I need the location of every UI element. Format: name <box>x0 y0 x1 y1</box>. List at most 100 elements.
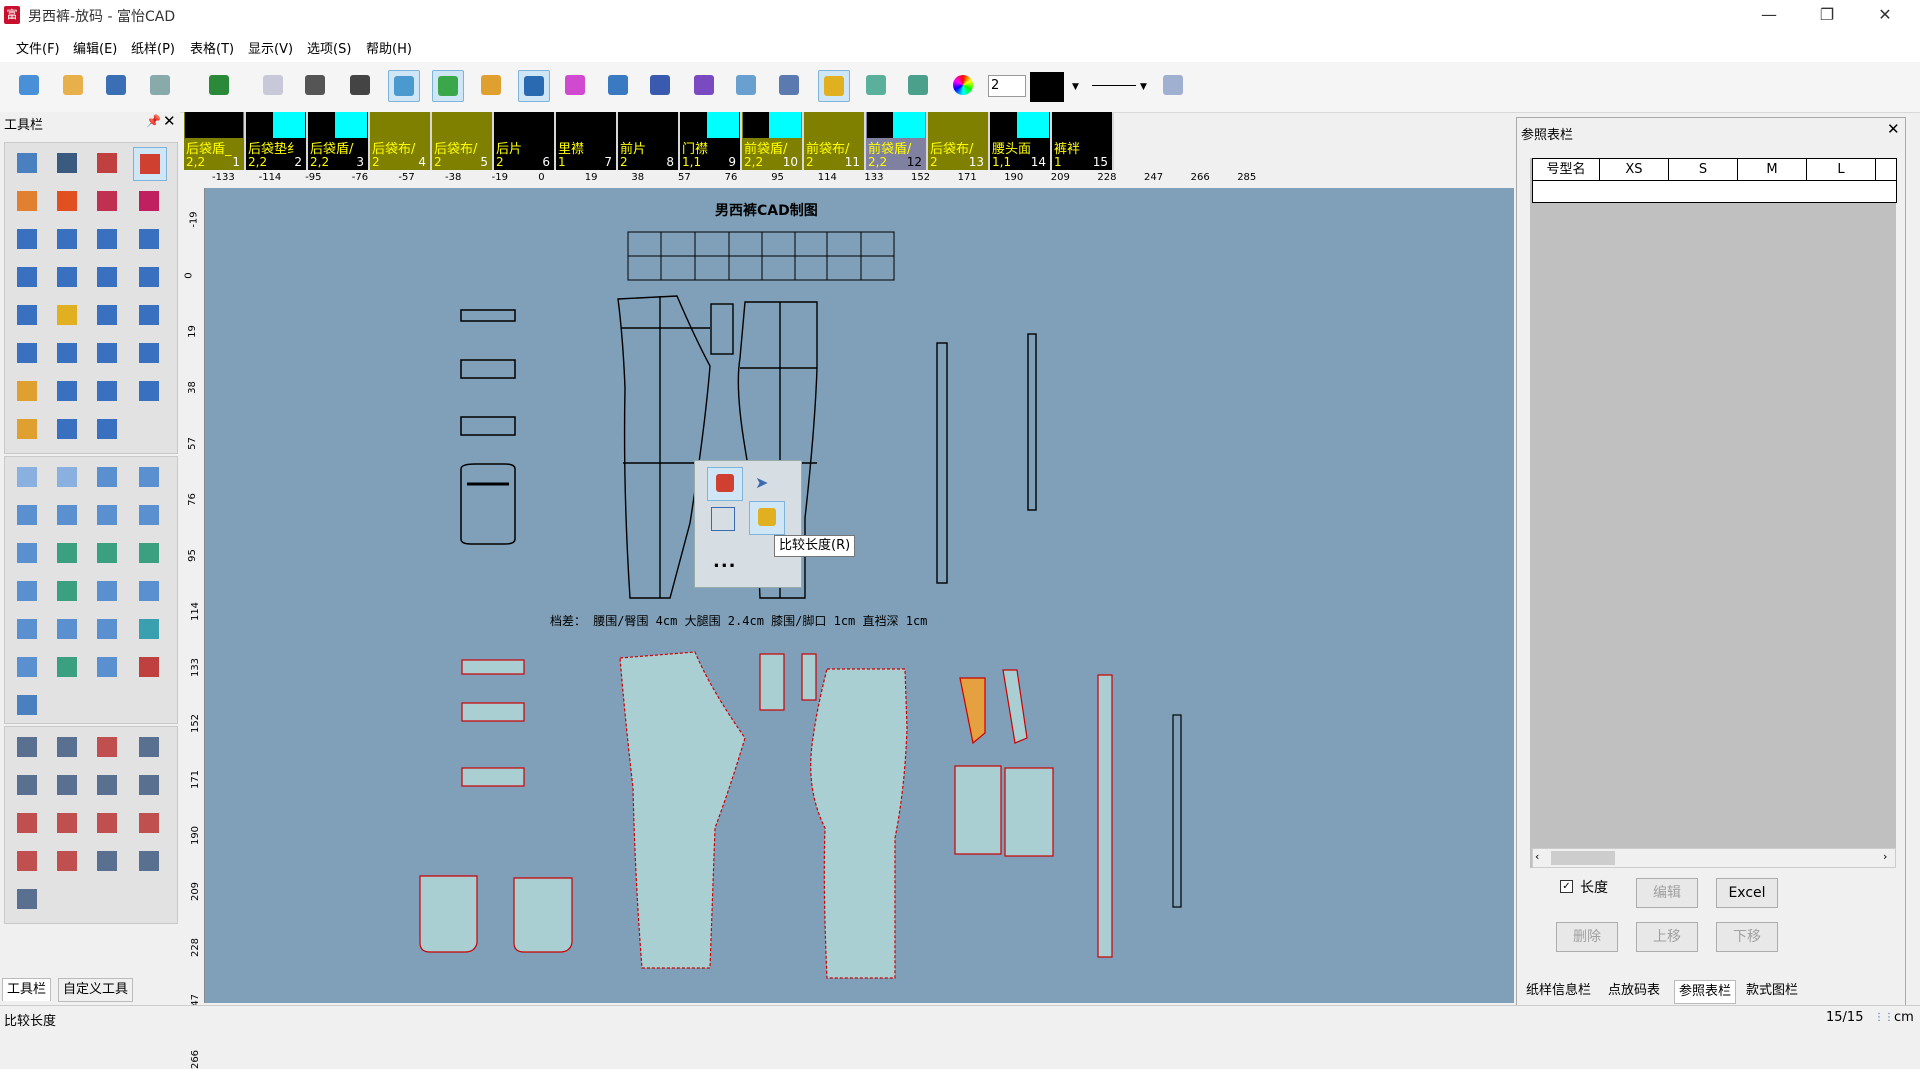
piece-thumbnail[interactable]: 后袋垫纟 2,2 2 <box>246 112 306 170</box>
piece-tool-23[interactable] <box>91 651 123 683</box>
piece-thumbnail[interactable]: 前袋布/2 11 <box>804 112 864 170</box>
layout-tool[interactable] <box>133 299 165 331</box>
text-tool[interactable] <box>11 413 43 445</box>
menu-table[interactable]: 表格(T) <box>190 38 234 57</box>
piece-tool-24[interactable] <box>133 651 165 683</box>
adjust-tool[interactable] <box>51 147 83 179</box>
curve-tool[interactable] <box>91 223 123 255</box>
menu-file[interactable]: 文件(F) <box>16 38 60 57</box>
grade-tool-14[interactable] <box>51 845 83 877</box>
select-box-icon[interactable] <box>711 507 735 531</box>
grade-tool-17[interactable] <box>11 883 43 915</box>
grade-tool-11[interactable] <box>91 807 123 839</box>
spread-tool[interactable] <box>91 375 123 407</box>
tool-panel-close-icon[interactable]: ✕ <box>163 112 176 130</box>
smart-pen-tool[interactable] <box>133 147 167 181</box>
piece-tool-19[interactable] <box>91 613 123 645</box>
restore-button[interactable]: ❐ <box>1798 0 1856 30</box>
piece-thumbnail[interactable]: 腰头面 1,1 14 <box>990 112 1050 170</box>
length-checkbox[interactable]: ✓ <box>1560 880 1573 893</box>
scale-icon[interactable] <box>774 70 804 100</box>
color-dropdown-icon[interactable]: ▼ <box>1072 82 1079 92</box>
piece-tool-6[interactable] <box>51 499 83 531</box>
drawing-canvas[interactable]: 男西裤CAD制图 档差： 腰围/臀围 4cm 大腿围 2.4cm 膝围/脚口 1… <box>205 188 1514 1003</box>
grade-tool-2[interactable] <box>51 731 83 763</box>
piece-thumbnail[interactable]: 后袋布/2 4 <box>370 112 430 170</box>
menu-edit[interactable]: 编辑(E) <box>73 38 117 57</box>
piece-thumbnail[interactable]: 里襟 1 7 <box>556 112 616 170</box>
tab-reference-table[interactable]: 参照表栏 <box>1674 980 1737 1004</box>
piece-tool-25[interactable] <box>11 689 43 721</box>
grade-tool-16[interactable] <box>133 845 165 877</box>
new-file-icon[interactable] <box>14 70 44 100</box>
grade-tool-1[interactable] <box>11 731 43 763</box>
piece-tool-16[interactable] <box>133 575 165 607</box>
piece-thumbnail[interactable]: 裤袢 1 15 <box>1052 112 1112 170</box>
piece-tool-1[interactable] <box>11 461 43 493</box>
menu-view[interactable]: 显示(V) <box>248 38 293 57</box>
delete-button[interactable]: 删除 <box>1556 922 1618 952</box>
line-style-dropdown-icon[interactable]: ▼ <box>1140 82 1147 92</box>
minimize-button[interactable]: — <box>1740 0 1798 30</box>
piece-thumbnail[interactable]: 前袋盾/2,2 10 <box>742 112 802 170</box>
measure-icon[interactable] <box>258 70 288 100</box>
rectangle-tool[interactable] <box>11 185 43 217</box>
grade-tool-5[interactable] <box>11 769 43 801</box>
tab-custom-tools[interactable]: 自定义工具 <box>58 978 134 1002</box>
column-header-xs[interactable]: XS <box>1599 158 1669 181</box>
piece-tool-3[interactable] <box>91 461 123 493</box>
column-header-s[interactable]: S <box>1668 158 1738 181</box>
table-row[interactable] <box>1532 180 1897 203</box>
pattern-view-icon[interactable] <box>388 70 420 102</box>
fold-tool[interactable] <box>51 375 83 407</box>
grade-tool-12[interactable] <box>133 807 165 839</box>
scroll-thumb[interactable] <box>1551 851 1615 865</box>
piece-tool-22[interactable] <box>51 651 83 683</box>
align-icon[interactable] <box>645 70 675 100</box>
panel-close-icon[interactable]: ✕ <box>1887 120 1900 138</box>
compass-tool[interactable] <box>11 299 43 331</box>
curve-adjust-tool[interactable] <box>91 147 123 179</box>
rotate-tool[interactable] <box>51 337 83 369</box>
pin-icon[interactable]: 📌 <box>146 114 161 128</box>
grade-tool-4[interactable] <box>133 731 165 763</box>
select-tool[interactable] <box>11 147 43 179</box>
curve-icon[interactable] <box>560 70 590 100</box>
arc-tool[interactable] <box>51 223 83 255</box>
help-cursor-icon[interactable] <box>1158 70 1188 100</box>
mirror-tool[interactable] <box>11 337 43 369</box>
tab-piece-info[interactable]: 纸样信息栏 <box>1522 980 1595 1002</box>
menu-options[interactable]: 选项(S) <box>307 38 351 57</box>
grade-tool-13[interactable] <box>11 845 43 877</box>
dart-tool[interactable] <box>133 261 165 293</box>
pencil-tool[interactable] <box>51 185 83 217</box>
grade-tool-10[interactable] <box>51 807 83 839</box>
menu-help[interactable]: 帮助(H) <box>366 38 412 57</box>
mountain-icon[interactable] <box>903 70 933 100</box>
piece-thumbnail[interactable]: 后袋布/2 13 <box>928 112 988 170</box>
column-header-size-name[interactable]: 号型名 <box>1532 158 1600 181</box>
tab-point-grading[interactable]: 点放码表 <box>1604 980 1664 1002</box>
piece-tool-13[interactable] <box>11 575 43 607</box>
move-up-button[interactable]: 上移 <box>1636 922 1698 952</box>
menu-pattern[interactable]: 纸样(P) <box>131 38 175 57</box>
save-icon[interactable] <box>101 70 131 100</box>
piece-thumbnail[interactable]: 后片 2 6 <box>494 112 554 170</box>
brush-icon[interactable] <box>603 70 633 100</box>
scroll-left-icon[interactable]: ‹ <box>1535 850 1539 863</box>
grade-tool-9[interactable] <box>11 807 43 839</box>
piece-tool-17[interactable] <box>11 613 43 645</box>
reference-grid[interactable]: 号型名 XS S M L ‹ › <box>1530 158 1897 868</box>
protractor-tool[interactable] <box>91 299 123 331</box>
grade-tool-6[interactable] <box>51 769 83 801</box>
piece-tool-20[interactable] <box>133 613 165 645</box>
horizontal-scrollbar[interactable]: ‹ › <box>1532 848 1896 868</box>
close-button[interactable]: ✕ <box>1856 0 1914 30</box>
piece-tool-15[interactable] <box>91 575 123 607</box>
color-wheel-icon[interactable] <box>948 70 978 100</box>
piece-tool-14[interactable] <box>51 575 83 607</box>
points-icon[interactable] <box>689 70 719 100</box>
piece-tool-11[interactable] <box>91 537 123 569</box>
piece-tool-12[interactable] <box>133 537 165 569</box>
redo-icon[interactable] <box>204 70 234 100</box>
